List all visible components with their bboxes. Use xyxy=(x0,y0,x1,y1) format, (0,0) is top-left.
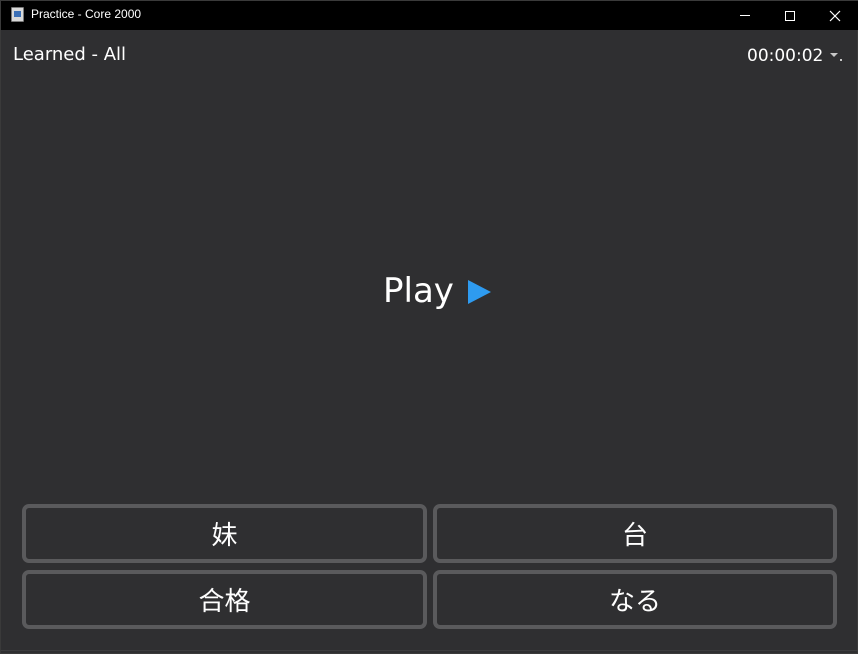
minimize-icon xyxy=(739,15,750,16)
maximize-icon xyxy=(784,10,795,21)
answer-button-2[interactable]: 台 xyxy=(433,504,837,563)
elapsed-timer: 00:00:02 xyxy=(747,46,824,66)
close-button[interactable] xyxy=(812,1,857,30)
practice-window: Practice - Core 2000 Learned - All 00:00… xyxy=(0,0,858,654)
minimize-button[interactable] xyxy=(722,1,767,30)
title-bar[interactable]: Practice - Core 2000 xyxy=(1,1,858,30)
app-icon xyxy=(11,7,24,22)
bottom-divider xyxy=(1,650,858,651)
play-button[interactable]: Play xyxy=(383,271,492,311)
play-label: Play xyxy=(383,271,454,311)
window-title: Practice - Core 2000 xyxy=(31,7,142,21)
maximize-button[interactable] xyxy=(767,1,812,30)
answer-button-1[interactable]: 妹 xyxy=(22,504,427,563)
timer-menu-button[interactable] xyxy=(828,49,844,63)
answer-button-4[interactable]: なる xyxy=(433,570,837,629)
play-triangle-icon xyxy=(467,280,491,304)
dropdown-arrow-icon xyxy=(830,53,842,61)
answer-button-3[interactable]: 合格 xyxy=(22,570,427,629)
deck-label: Learned - All xyxy=(13,44,127,65)
close-icon xyxy=(829,10,840,21)
